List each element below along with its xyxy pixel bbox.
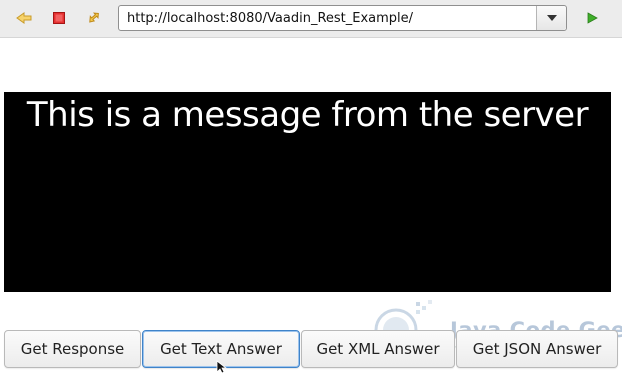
url-dropdown-button[interactable] — [536, 6, 566, 30]
stop-icon — [53, 12, 65, 24]
message-panel: This is a message from the server — [4, 92, 611, 292]
button-row: Get Response Get Text Answer Get XML Ans… — [0, 330, 622, 368]
stop-button[interactable] — [49, 8, 69, 28]
back-button[interactable] — [14, 8, 34, 28]
go-arrow-icon — [587, 12, 598, 24]
server-message: This is a message from the server — [26, 95, 589, 135]
url-bar — [118, 5, 567, 31]
get-xml-answer-button[interactable]: Get XML Answer — [301, 330, 455, 368]
back-arrow-icon — [16, 12, 32, 24]
get-json-answer-button[interactable]: Get JSON Answer — [456, 330, 618, 368]
get-response-button[interactable]: Get Response — [4, 330, 141, 368]
refresh-icon — [89, 12, 99, 23]
go-button[interactable] — [582, 8, 602, 28]
chevron-down-icon — [546, 15, 557, 21]
url-input[interactable] — [119, 6, 536, 30]
refresh-button[interactable] — [83, 8, 103, 28]
get-text-answer-button[interactable]: Get Text Answer — [142, 330, 300, 368]
browser-toolbar — [0, 0, 622, 38]
